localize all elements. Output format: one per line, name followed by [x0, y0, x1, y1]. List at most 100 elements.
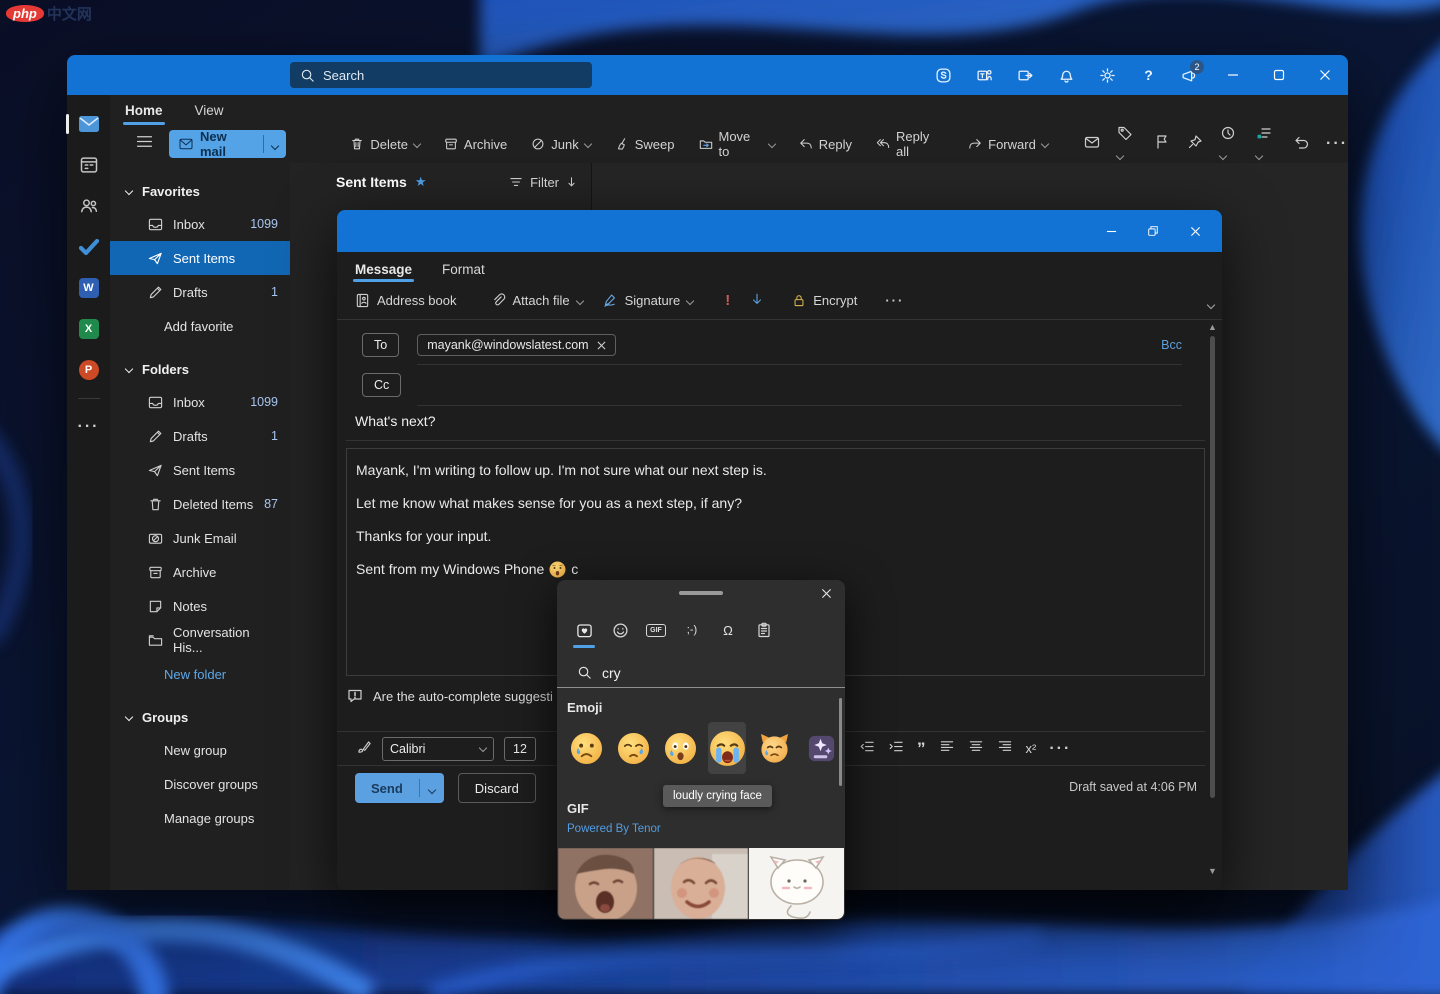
emoji-anxious-face-with-sweat[interactable]	[661, 722, 699, 774]
format-painter-icon[interactable]	[357, 739, 372, 759]
encrypt-button[interactable]: Encrypt	[792, 293, 857, 308]
compose-close-button[interactable]	[1174, 210, 1216, 252]
delete-button[interactable]: Delete	[344, 133, 426, 156]
tag-icon[interactable]	[1117, 125, 1137, 164]
skype-icon[interactable]	[923, 55, 964, 95]
move-to-button[interactable]: Move to	[693, 125, 781, 163]
emoji-search-input[interactable]: cry	[557, 658, 845, 688]
sidebar-item-notes[interactable]: Notes	[110, 589, 290, 623]
new-mail-dropdown[interactable]	[264, 137, 286, 152]
emoji-panel-scrollbar[interactable]	[839, 698, 842, 786]
more-formatting-icon[interactable]: ···	[1049, 740, 1071, 758]
high-importance-icon[interactable]: !	[725, 292, 730, 309]
sidebar-item-archive[interactable]: Archive	[110, 555, 290, 589]
gif-thumbnail-crying-baby-1[interactable]	[558, 848, 653, 919]
tab-gif-icon[interactable]: GIF	[641, 616, 671, 644]
favorites-header[interactable]: Favorites	[110, 175, 290, 207]
word-app-icon[interactable]: W	[75, 275, 103, 301]
new-folder-button[interactable]: New folder	[110, 657, 290, 691]
minimize-button[interactable]	[1210, 55, 1256, 95]
send-options-dropdown[interactable]	[420, 781, 444, 796]
emoji-sparkler[interactable]	[802, 722, 840, 774]
undo-icon[interactable]	[1293, 134, 1309, 155]
compose-more-icon[interactable]: ···	[885, 293, 904, 308]
tab-home[interactable]: Home	[123, 101, 165, 125]
font-family-select[interactable]: Calibri	[382, 737, 494, 761]
add-favorite-button[interactable]: Add favorite	[110, 309, 290, 343]
categorize-icon[interactable]	[1256, 125, 1276, 164]
excel-app-icon[interactable]: X	[75, 316, 103, 342]
superscript-icon[interactable]: x²	[1026, 741, 1037, 756]
sidebar-item-sent-items-fav[interactable]: Sent Items	[110, 241, 290, 275]
drag-handle[interactable]	[679, 591, 723, 595]
subject-field[interactable]: What's next?	[355, 413, 436, 429]
emoji-crying-cat[interactable]	[755, 722, 793, 774]
to-button[interactable]: To	[362, 333, 399, 357]
font-size-select[interactable]: 12	[504, 737, 536, 761]
emoji-loudly-crying-face[interactable]	[708, 722, 746, 774]
compose-scrollbar[interactable]: ▲ ▼	[1207, 322, 1219, 876]
search-input[interactable]: Search	[290, 62, 592, 88]
discover-groups-button[interactable]: Discover groups	[110, 767, 290, 801]
discard-button[interactable]: Discard	[458, 773, 536, 803]
sidebar-item-drafts-fav[interactable]: Drafts1	[110, 275, 290, 309]
sidebar-item-deleted-items[interactable]: Deleted Items87	[110, 487, 290, 521]
more-apps-icon[interactable]: ···	[75, 414, 103, 440]
flag-icon[interactable]	[1154, 134, 1170, 155]
hamburger-menu-icon[interactable]	[132, 130, 157, 158]
quote-icon[interactable]: ”	[917, 744, 926, 754]
junk-button[interactable]: Junk	[525, 133, 596, 156]
filter-button[interactable]: Filter	[509, 175, 577, 190]
align-right-icon[interactable]	[997, 739, 1013, 759]
sidebar-item-drafts[interactable]: Drafts1	[110, 419, 290, 453]
sidebar-item-inbox[interactable]: Inbox1099	[110, 385, 290, 419]
maximize-button[interactable]	[1256, 55, 1302, 95]
teams-icon[interactable]	[964, 55, 1005, 95]
low-importance-icon[interactable]	[750, 292, 764, 310]
read-unread-icon[interactable]	[1084, 134, 1100, 155]
tab-message[interactable]: Message	[353, 260, 414, 282]
more-commands-icon[interactable]: ···	[1326, 135, 1348, 153]
sidebar-item-conversation-history[interactable]: Conversation His...	[110, 623, 290, 657]
help-icon[interactable]: ?	[1128, 55, 1169, 95]
todo-app-icon[interactable]	[75, 234, 103, 260]
archive-button[interactable]: Archive	[438, 133, 513, 156]
sidebar-item-inbox-fav[interactable]: Inbox1099	[110, 207, 290, 241]
sweep-button[interactable]: Sweep	[609, 133, 681, 156]
groups-header[interactable]: Groups	[110, 701, 290, 733]
increase-indent-icon[interactable]	[888, 739, 904, 759]
reply-all-button[interactable]: Reply all	[870, 125, 950, 163]
bcc-button[interactable]: Bcc	[1161, 338, 1182, 352]
pin-icon[interactable]	[1187, 134, 1203, 155]
emoji-sad-but-relieved-face[interactable]	[614, 722, 652, 774]
tab-kaomoji-icon[interactable]: ;-)	[677, 616, 707, 644]
whats-new-megaphone-icon[interactable]: 2	[1169, 55, 1210, 95]
send-later-icon[interactable]	[1005, 55, 1046, 95]
align-left-icon[interactable]	[939, 739, 955, 759]
powerpoint-app-icon[interactable]: P	[75, 357, 103, 383]
snooze-icon[interactable]	[1220, 125, 1240, 164]
sidebar-item-junk-email[interactable]: Junk Email	[110, 521, 290, 555]
emoji-crying-face[interactable]	[567, 722, 605, 774]
emoji-panel-close-icon[interactable]	[817, 584, 835, 602]
sidebar-item-sent-items[interactable]: Sent Items	[110, 453, 290, 487]
address-book-button[interactable]: Address book	[355, 293, 457, 308]
close-button[interactable]	[1302, 55, 1348, 95]
decrease-indent-icon[interactable]	[859, 739, 875, 759]
reply-button[interactable]: Reply	[793, 133, 858, 156]
tab-clipboard-icon[interactable]	[749, 616, 779, 644]
new-group-button[interactable]: New group	[110, 733, 290, 767]
new-mail-button[interactable]: New mail	[169, 130, 286, 158]
recipient-chip[interactable]: mayank@windowslatest.com	[417, 334, 615, 356]
compose-restore-button[interactable]	[1132, 210, 1174, 252]
tab-recent-icon[interactable]	[569, 616, 599, 644]
powered-by-tenor-link[interactable]: Powered By Tenor	[567, 823, 661, 835]
forward-button[interactable]: Forward	[962, 133, 1054, 156]
gif-thumbnail-crying-baby-2[interactable]	[654, 848, 749, 919]
cc-button[interactable]: Cc	[362, 373, 401, 397]
remove-recipient-icon[interactable]	[597, 341, 606, 350]
mail-app-icon[interactable]	[75, 111, 103, 137]
manage-groups-button[interactable]: Manage groups	[110, 801, 290, 835]
compose-minimize-button[interactable]	[1090, 210, 1132, 252]
notifications-bell-icon[interactable]	[1046, 55, 1087, 95]
